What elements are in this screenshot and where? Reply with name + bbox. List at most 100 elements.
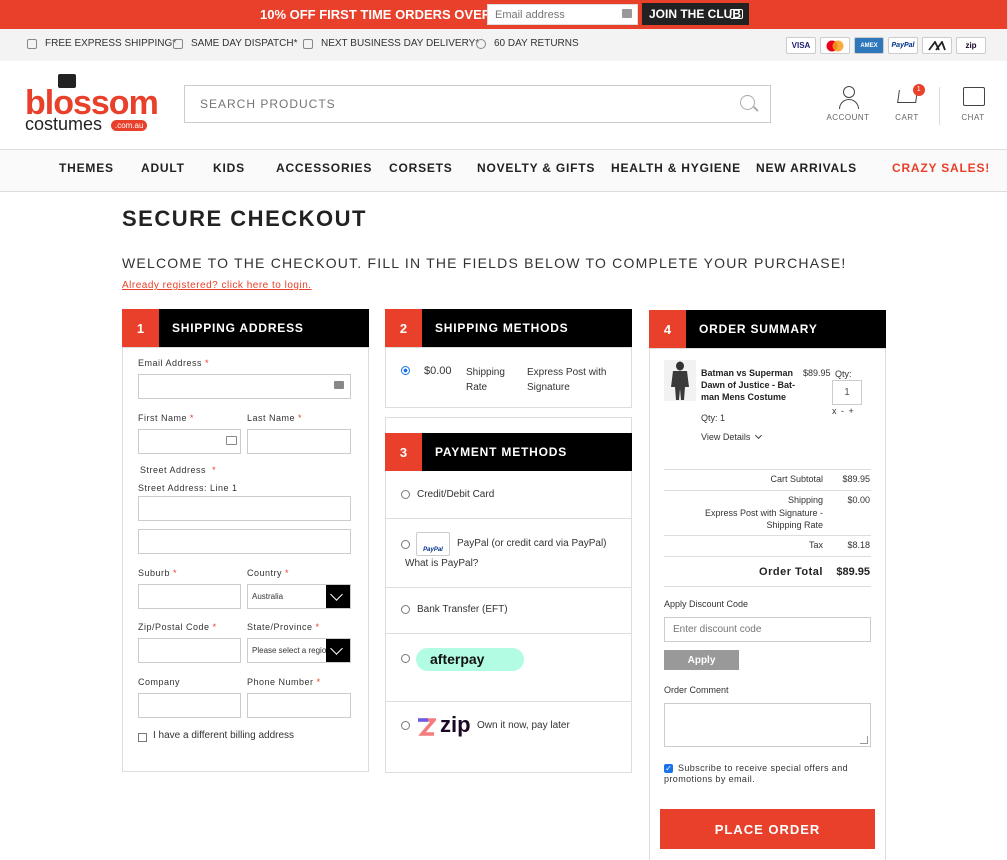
discount-code-input[interactable] xyxy=(664,617,871,642)
contact-card-icon xyxy=(622,9,632,18)
card-label[interactable]: Credit/Debit Card xyxy=(417,489,494,500)
cart-button[interactable]: 1 CART xyxy=(882,84,932,125)
chevron-down-icon[interactable] xyxy=(326,585,350,608)
nav-item-new-arrivals[interactable]: NEW ARRIVALS xyxy=(756,161,857,175)
qty-input[interactable]: 1 xyxy=(832,380,862,405)
usp-label: NEXT BUSINESS DAY DELIVERY* xyxy=(321,38,480,49)
company-field[interactable] xyxy=(138,693,241,718)
section-title: SHIPPING ADDRESS xyxy=(172,321,304,335)
email-field[interactable] xyxy=(138,374,351,399)
search-input[interactable] xyxy=(184,85,771,123)
last-name-label: Last Name * xyxy=(247,413,303,423)
shipping-address-header: 1 SHIPPING ADDRESS xyxy=(122,309,369,347)
divider xyxy=(664,490,871,491)
last-name-field[interactable] xyxy=(247,429,351,454)
afterpay-radio[interactable] xyxy=(401,654,410,663)
phone-label: Phone Number * xyxy=(247,677,321,687)
afterpay-badge xyxy=(922,37,952,54)
section-title: ORDER SUMMARY xyxy=(699,322,818,336)
product-price: $89.95 xyxy=(803,368,831,378)
step-number: 1 xyxy=(122,309,159,347)
page-title: SECURE CHECKOUT xyxy=(122,206,367,231)
chat-button[interactable]: CHAT xyxy=(948,85,998,125)
tax-label: Tax xyxy=(808,540,823,550)
usp-label: FREE EXPRESS SHIPPING* xyxy=(45,38,177,49)
account-button[interactable]: ACCOUNT xyxy=(823,85,873,125)
divider xyxy=(386,587,631,588)
chat-icon xyxy=(962,85,985,109)
nav-item-kids[interactable]: KIDS xyxy=(213,161,245,175)
paypal-logo: PayPal xyxy=(416,532,450,556)
phone-field[interactable] xyxy=(247,693,351,718)
paypal-label[interactable]: PayPal (or credit card via PayPal) xyxy=(457,538,607,549)
usp-next-day-delivery: NEXT BUSINESS DAY DELIVERY* xyxy=(303,38,479,49)
zip-badge: zip xyxy=(956,37,986,54)
cart-subtotal-label: Cart Subtotal xyxy=(770,474,823,484)
afterpay-logo-text: afterpay xyxy=(430,651,485,667)
shipping-method-radio[interactable] xyxy=(401,366,410,375)
user-icon xyxy=(837,85,859,109)
order-comment-textarea[interactable] xyxy=(664,703,871,747)
nav-item-corsets[interactable]: CORSETS xyxy=(389,161,453,175)
join-club-button[interactable]: JOIN THE CLUB xyxy=(642,3,749,25)
divider xyxy=(664,556,871,557)
login-link[interactable]: Already registered? click here to login. xyxy=(122,280,312,291)
paypal-badge: PayPal xyxy=(888,37,918,54)
nav-item-themes[interactable]: THEMES xyxy=(59,161,114,175)
zip-logo-text: zip xyxy=(440,712,471,737)
order-total-label: Order Total xyxy=(759,566,823,578)
billing-address-checkbox[interactable] xyxy=(138,733,147,742)
chevron-down-icon[interactable] xyxy=(326,639,350,662)
contact-card-icon xyxy=(226,436,237,445)
paypal-logo-text: PayPal xyxy=(423,547,443,553)
street-line1-label: Street Address: Line 1 xyxy=(138,483,238,493)
suburb-field[interactable] xyxy=(138,584,241,609)
bank-transfer-radio[interactable] xyxy=(401,605,410,614)
card-radio[interactable] xyxy=(401,490,410,499)
step-number: 2 xyxy=(385,309,422,347)
apply-discount-button[interactable]: Apply xyxy=(664,650,739,670)
street-line2-field[interactable] xyxy=(138,529,351,554)
nav-item-accessories[interactable]: ACCESSORIES xyxy=(276,161,372,175)
view-details-toggle[interactable]: View Details xyxy=(701,431,762,442)
divider xyxy=(386,633,631,634)
zip-radio[interactable] xyxy=(401,721,410,730)
newsletter-email-input[interactable] xyxy=(487,4,638,25)
contact-card-icon xyxy=(334,381,344,389)
amex-badge: AMEX xyxy=(854,37,884,54)
shipping-description: Express Post with Signature - Shipping R… xyxy=(704,508,823,530)
what-is-paypal-link[interactable]: What is PayPal? xyxy=(405,558,478,569)
nav-item-crazy-sales[interactable]: CRAZY SALES! xyxy=(892,161,990,175)
paypal-radio[interactable] xyxy=(401,540,410,549)
cart-icon: 1 xyxy=(896,84,925,109)
header-divider xyxy=(939,87,940,125)
site-logo[interactable]: blossom costumes .com.au xyxy=(25,72,159,136)
nav-item-novelty-gifts[interactable]: NOVELTY & GIFTS xyxy=(477,161,595,175)
qty-controls[interactable]: x - + xyxy=(832,406,855,416)
state-label: State/Province * xyxy=(247,622,320,632)
chevron-down-icon xyxy=(754,431,762,440)
resize-handle-icon[interactable] xyxy=(860,736,868,744)
zip-label: Zip/Postal Code * xyxy=(138,622,217,632)
tax-value: $8.18 xyxy=(847,540,870,550)
visa-badge: VISA xyxy=(786,37,816,54)
box-icon xyxy=(173,38,183,49)
discount-label: Apply Discount Code xyxy=(664,599,749,609)
street-line1-field[interactable] xyxy=(138,496,351,521)
afterpay-logo[interactable]: afterpay xyxy=(416,648,524,671)
product-name[interactable]: Batman vs Superman Dawn of Justice - Bat… xyxy=(701,367,801,403)
search-icon[interactable] xyxy=(740,95,755,110)
order-total-value: $89.95 xyxy=(836,566,870,578)
bank-transfer-label[interactable]: Bank Transfer (EFT) xyxy=(417,604,508,615)
country-value: Australia xyxy=(252,592,284,601)
cart-count-badge: 1 xyxy=(913,84,925,96)
cart-label: CART xyxy=(895,113,919,122)
place-order-button[interactable]: PLACE ORDER xyxy=(660,809,875,849)
chat-label: CHAT xyxy=(961,113,985,122)
nav-item-health-hygiene[interactable]: HEALTH & HYGIENE xyxy=(611,161,741,175)
zip-field[interactable] xyxy=(138,638,241,663)
zip-tagline: Own it now, pay later xyxy=(477,720,570,731)
nav-item-adult[interactable]: ADULT xyxy=(141,161,185,175)
shipping-methods-header: 2 SHIPPING METHODS xyxy=(385,309,632,347)
welcome-text: WELCOME TO THE CHECKOUT. FILL IN THE FIE… xyxy=(122,255,847,271)
